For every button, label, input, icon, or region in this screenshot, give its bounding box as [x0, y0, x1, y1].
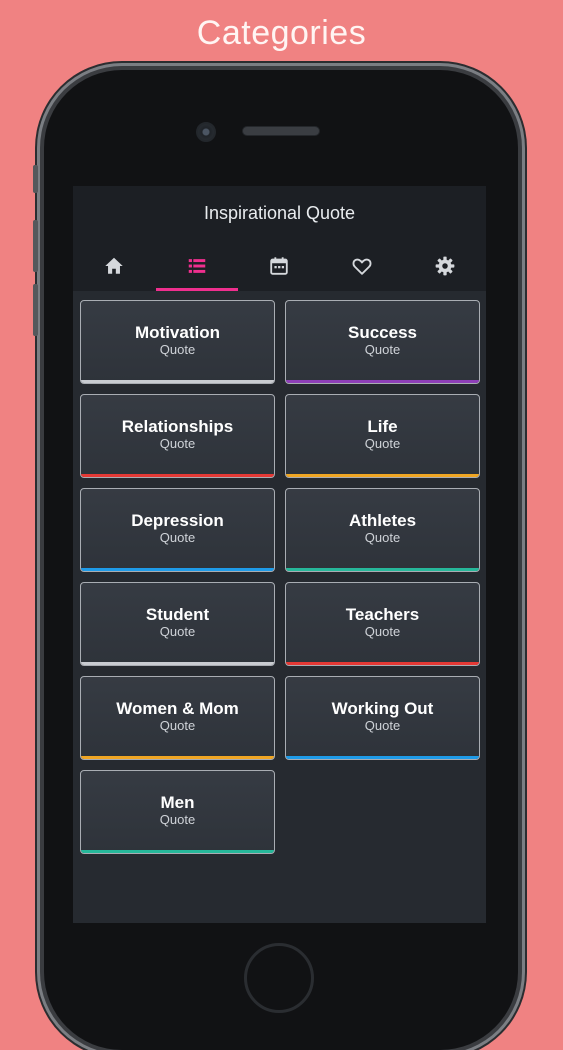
- app-screen: Inspirational Quote Motivation Quote Suc…: [73, 186, 486, 923]
- category-grid: Motivation Quote Success Quote Relationships…: [80, 300, 480, 854]
- app-title: Inspirational Quote: [203, 203, 356, 223]
- category-card-men[interactable]: Men Quote: [80, 770, 275, 854]
- category-subtitle: Quote: [364, 436, 401, 451]
- app-header: Inspirational Quote: [73, 186, 486, 291]
- tab-settings[interactable]: [403, 241, 486, 291]
- category-subtitle: Quote: [159, 342, 196, 357]
- front-camera: [196, 122, 216, 142]
- calendar-icon: [270, 257, 289, 275]
- category-name: Relationships: [121, 417, 234, 436]
- category-accent-bar: [81, 662, 274, 665]
- category-card-working-out[interactable]: Working Out Quote: [285, 676, 480, 760]
- category-card-student[interactable]: Student Quote: [80, 582, 275, 666]
- category-card-depression[interactable]: Depression Quote: [80, 488, 275, 572]
- category-name: Student: [145, 605, 210, 624]
- category-accent-bar: [286, 474, 479, 477]
- category-name: Success: [348, 323, 417, 342]
- category-name: Working Out: [331, 699, 434, 718]
- category-accent-bar: [81, 474, 274, 477]
- category-card-athletes[interactable]: Athletes Quote: [285, 488, 480, 572]
- category-name: Teachers: [345, 605, 420, 624]
- category-name: Life: [367, 417, 398, 436]
- category-card-success[interactable]: Success Quote: [285, 300, 480, 384]
- home-icon: [105, 257, 124, 274]
- tab-home[interactable]: [73, 241, 156, 291]
- category-subtitle: Quote: [159, 624, 196, 639]
- category-card-teachers[interactable]: Teachers Quote: [285, 582, 480, 666]
- category-subtitle: Quote: [364, 718, 401, 733]
- category-name: Motivation: [135, 323, 220, 342]
- tab-favorites[interactable]: [321, 241, 404, 291]
- category-accent-bar: [286, 568, 479, 571]
- gear-icon: [435, 256, 455, 276]
- heart-icon: [352, 258, 372, 275]
- category-name: Women & Mom: [116, 699, 239, 718]
- category-subtitle: Quote: [364, 530, 401, 545]
- category-accent-bar: [81, 756, 274, 759]
- category-subtitle: Quote: [159, 718, 196, 733]
- category-name: Athletes: [348, 511, 417, 530]
- tab-calendar[interactable]: [238, 241, 321, 291]
- category-subtitle: Quote: [159, 436, 196, 451]
- category-subtitle: Quote: [159, 812, 196, 827]
- category-card-women-mom[interactable]: Women & Mom Quote: [80, 676, 275, 760]
- category-card-relationships[interactable]: Relationships Quote: [80, 394, 275, 478]
- mute-switch: [33, 165, 38, 193]
- page-headline: Categories: [196, 14, 367, 52]
- category-name: Men: [160, 793, 195, 812]
- category-accent-bar: [81, 568, 274, 571]
- volume-up-button: [33, 220, 38, 272]
- category-card-life[interactable]: Life Quote: [285, 394, 480, 478]
- category-subtitle: Quote: [364, 342, 401, 357]
- earpiece-speaker: [242, 126, 320, 136]
- category-accent-bar: [81, 380, 274, 383]
- tab-bar: [73, 241, 486, 291]
- category-subtitle: Quote: [159, 530, 196, 545]
- list-icon: [188, 259, 206, 273]
- tab-categories[interactable]: [155, 241, 239, 291]
- category-card-motivation[interactable]: Motivation Quote: [80, 300, 275, 384]
- category-accent-bar: [81, 850, 274, 853]
- category-subtitle: Quote: [364, 624, 401, 639]
- volume-down-button: [33, 284, 38, 336]
- category-accent-bar: [286, 380, 479, 383]
- category-accent-bar: [286, 756, 479, 759]
- category-name: Depression: [131, 511, 224, 530]
- category-accent-bar: [286, 662, 479, 665]
- home-button: [244, 943, 314, 1013]
